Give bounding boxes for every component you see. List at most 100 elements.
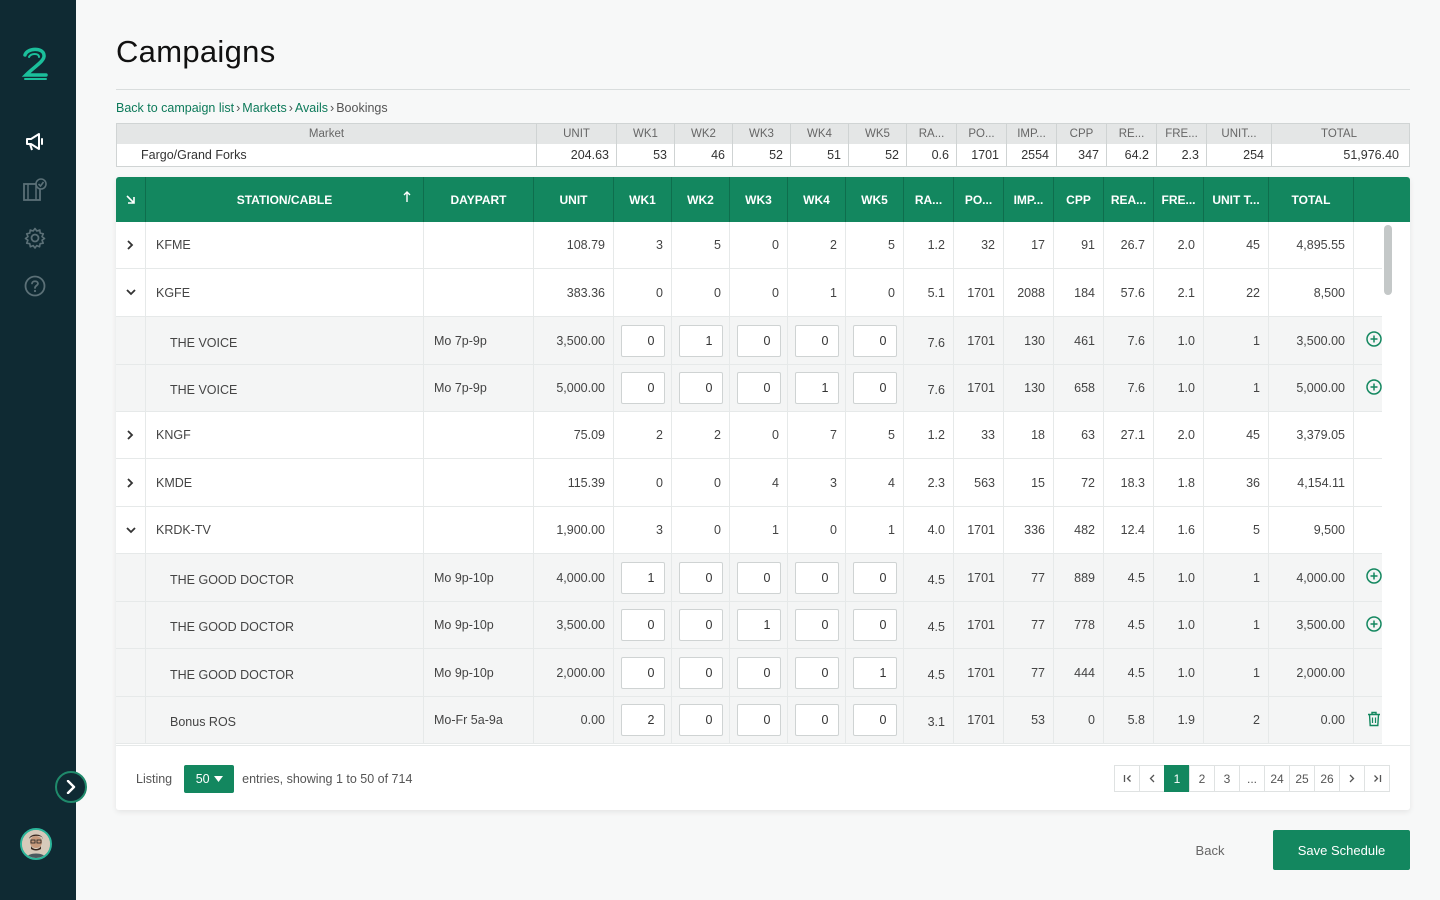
column-header-wk3[interactable]: WK3 bbox=[730, 177, 788, 222]
column-header-fre[interactable]: FRE... bbox=[1154, 177, 1204, 222]
breadcrumb-avails-link[interactable]: Avails bbox=[295, 101, 328, 115]
wk3-input[interactable]: 0 bbox=[736, 324, 781, 357]
chevron-down-icon[interactable] bbox=[116, 269, 146, 316]
gear-icon[interactable] bbox=[23, 226, 47, 250]
breadcrumb-back-link[interactable]: Back to campaign list bbox=[116, 101, 234, 115]
wk1-input[interactable]: 0 bbox=[620, 372, 665, 404]
wk3-value: 0 bbox=[730, 222, 788, 268]
avatar[interactable] bbox=[20, 828, 52, 860]
wk4-input[interactable]: 0 bbox=[794, 704, 839, 736]
summary-header-cell: RA... bbox=[907, 124, 957, 144]
po-value: 1701 bbox=[954, 554, 1004, 601]
prev-page-icon[interactable] bbox=[1139, 765, 1165, 792]
page-button[interactable]: 2 bbox=[1189, 765, 1215, 792]
wk1-input[interactable]: 2 bbox=[620, 704, 665, 736]
wk2-input[interactable]: 0 bbox=[678, 656, 723, 689]
megaphone-icon[interactable] bbox=[23, 130, 47, 154]
chevron-down-icon[interactable] bbox=[116, 507, 146, 553]
wk4-input[interactable]: 0 bbox=[794, 561, 839, 594]
wk5-input[interactable]: 1 bbox=[852, 656, 897, 689]
chevron-right-icon[interactable] bbox=[116, 412, 146, 458]
wk3-input[interactable]: 0 bbox=[736, 372, 781, 404]
scrollbar-track[interactable] bbox=[1382, 222, 1394, 745]
wk5-input[interactable]: 0 bbox=[852, 561, 897, 594]
save-schedule-button[interactable]: Save Schedule bbox=[1273, 830, 1410, 870]
page-button[interactable]: 26 bbox=[1314, 765, 1340, 792]
unit-rate: 75.09 bbox=[534, 412, 614, 458]
collapse-all-button[interactable] bbox=[116, 177, 146, 222]
wk2-input[interactable]: 0 bbox=[678, 561, 723, 594]
column-header-wk2[interactable]: WK2 bbox=[672, 177, 730, 222]
column-header-wk1[interactable]: WK1 bbox=[614, 177, 672, 222]
wk5-input[interactable]: 0 bbox=[852, 704, 897, 736]
help-icon[interactable] bbox=[23, 274, 47, 298]
wk5-input[interactable]: 0 bbox=[852, 324, 897, 357]
first-page-icon[interactable] bbox=[1114, 765, 1140, 792]
page-button[interactable]: 25 bbox=[1289, 765, 1315, 792]
wk2-input[interactable]: 1 bbox=[678, 324, 723, 357]
wk3-input[interactable]: 0 bbox=[736, 704, 781, 736]
wk4-value: 1 bbox=[788, 269, 846, 316]
arrow-up-icon[interactable] bbox=[403, 191, 411, 206]
back-button[interactable]: Back bbox=[1180, 830, 1240, 870]
page-button[interactable]: 3 bbox=[1214, 765, 1240, 792]
imp-value: 130 bbox=[1004, 317, 1054, 364]
next-page-icon[interactable] bbox=[1339, 765, 1365, 792]
add-circle-icon[interactable] bbox=[1366, 331, 1382, 350]
column-header-wk5[interactable]: WK5 bbox=[846, 177, 904, 222]
page-button[interactable]: 24 bbox=[1264, 765, 1290, 792]
wk5-input[interactable]: 0 bbox=[852, 372, 897, 404]
wk1-input[interactable]: 1 bbox=[620, 561, 665, 594]
last-page-icon[interactable] bbox=[1364, 765, 1390, 792]
film-check-icon[interactable] bbox=[23, 178, 47, 202]
scrollbar-thumb[interactable] bbox=[1384, 225, 1392, 295]
wk3-input[interactable]: 1 bbox=[736, 609, 781, 641]
column-header-unit[interactable]: UNIT bbox=[534, 177, 614, 222]
column-header-imp[interactable]: IMP... bbox=[1004, 177, 1054, 222]
chevron-right-icon[interactable] bbox=[55, 771, 87, 803]
column-header-unit-t[interactable]: UNIT T... bbox=[1204, 177, 1269, 222]
page-size-select[interactable]: 50 bbox=[184, 765, 235, 793]
summary-cell: 2554 bbox=[1007, 144, 1057, 166]
row-spacer bbox=[116, 317, 146, 364]
page-button[interactable]: 1 bbox=[1164, 765, 1190, 792]
program-row: THE GOOD DOCTOR Mo 9p-10p 2,000.00 0 0 0 0 1 4.5… bbox=[116, 649, 1394, 697]
wk2-input[interactable]: 0 bbox=[678, 704, 723, 736]
column-header-ra[interactable]: RA... bbox=[904, 177, 954, 222]
wk3-input[interactable]: 0 bbox=[736, 561, 781, 594]
summary-header-cell: FRE... bbox=[1157, 124, 1207, 144]
column-header-total[interactable]: TOTAL bbox=[1269, 177, 1354, 222]
summary-header-cell: UNIT... bbox=[1207, 124, 1272, 144]
wk4-input[interactable]: 0 bbox=[794, 609, 839, 641]
daypart bbox=[424, 222, 534, 268]
wk2-input[interactable]: 0 bbox=[678, 609, 723, 641]
wk1-input[interactable]: 0 bbox=[620, 609, 665, 641]
column-header-cpp[interactable]: CPP bbox=[1054, 177, 1104, 222]
column-header-wk4[interactable]: WK4 bbox=[788, 177, 846, 222]
wk1-input[interactable]: 0 bbox=[620, 324, 665, 357]
total-value: 3,379.05 bbox=[1269, 412, 1354, 458]
wk4-input[interactable]: 0 bbox=[794, 656, 839, 689]
breadcrumb-markets-link[interactable]: Markets bbox=[242, 101, 286, 115]
wk4-input[interactable]: 0 bbox=[794, 324, 839, 357]
add-circle-icon[interactable] bbox=[1366, 378, 1382, 398]
column-header-po[interactable]: PO... bbox=[954, 177, 1004, 222]
column-header-rea[interactable]: REA... bbox=[1104, 177, 1154, 222]
wk4-cell: 0 bbox=[788, 602, 846, 648]
collapse-arrow-icon bbox=[126, 195, 135, 204]
wk2-value: 0 bbox=[672, 507, 730, 553]
wk1-input[interactable]: 0 bbox=[620, 656, 665, 689]
wk4-input[interactable]: 1 bbox=[794, 372, 839, 404]
column-header-station[interactable]: STATION/CABLE bbox=[146, 177, 424, 222]
column-header-daypart[interactable]: DAYPART bbox=[424, 177, 534, 222]
chevron-right-icon[interactable] bbox=[116, 459, 146, 506]
add-circle-icon[interactable] bbox=[1366, 615, 1382, 635]
trash-icon[interactable] bbox=[1367, 711, 1381, 730]
chevron-right-icon[interactable] bbox=[116, 222, 146, 268]
logo[interactable] bbox=[21, 46, 49, 82]
wk2-input[interactable]: 0 bbox=[678, 372, 723, 404]
wk5-input[interactable]: 0 bbox=[852, 609, 897, 641]
add-circle-icon[interactable] bbox=[1366, 568, 1382, 587]
wk3-input[interactable]: 0 bbox=[736, 656, 781, 689]
wk4-cell: 0 bbox=[788, 317, 846, 364]
